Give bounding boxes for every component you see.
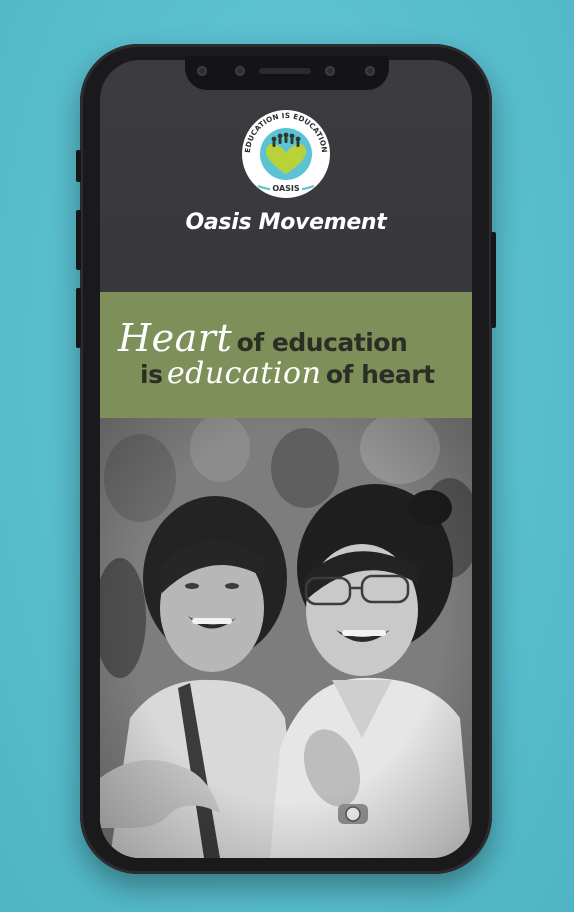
phone-power-button	[491, 232, 496, 328]
tagline-banner: Heart of education is education of heart	[100, 292, 472, 418]
phone-silent-switch	[76, 150, 81, 182]
logo-badge-text: OASIS	[272, 184, 300, 193]
tagline-bold-of-heart: of heart	[325, 360, 435, 389]
tagline-script-heart: Heart	[118, 316, 233, 360]
camera-icon	[197, 66, 207, 76]
hero-photo	[100, 418, 472, 858]
phone-notch	[185, 56, 389, 90]
phone-screen: HEART OF EDUCATION IS EDUCATION OF HEART	[100, 60, 472, 858]
tagline-line-2: is education of heart	[140, 356, 435, 391]
sensor-icon	[325, 66, 335, 76]
sensor-icon	[235, 66, 245, 76]
tagline-bold-of-education: of education	[236, 328, 408, 357]
speaker-grille	[259, 68, 311, 74]
camera-icon	[365, 66, 375, 76]
phone-volume-down	[76, 288, 81, 348]
phone-volume-up	[76, 210, 81, 270]
app-header: HEART OF EDUCATION IS EDUCATION OF HEART	[100, 60, 472, 292]
tagline-line-1: Heart of education	[118, 316, 408, 360]
oasis-logo[interactable]: HEART OF EDUCATION IS EDUCATION OF HEART	[233, 95, 336, 202]
background: HEART OF EDUCATION IS EDUCATION OF HEART	[0, 0, 574, 912]
tagline-bold-is: is	[140, 360, 163, 389]
photo-two-smiling-students	[100, 418, 472, 858]
brand-title: Oasis Movement	[185, 210, 387, 235]
heart-people-icon: HEART OF EDUCATION IS EDUCATION OF HEART	[233, 95, 330, 198]
tagline-script-education: education	[166, 356, 322, 391]
